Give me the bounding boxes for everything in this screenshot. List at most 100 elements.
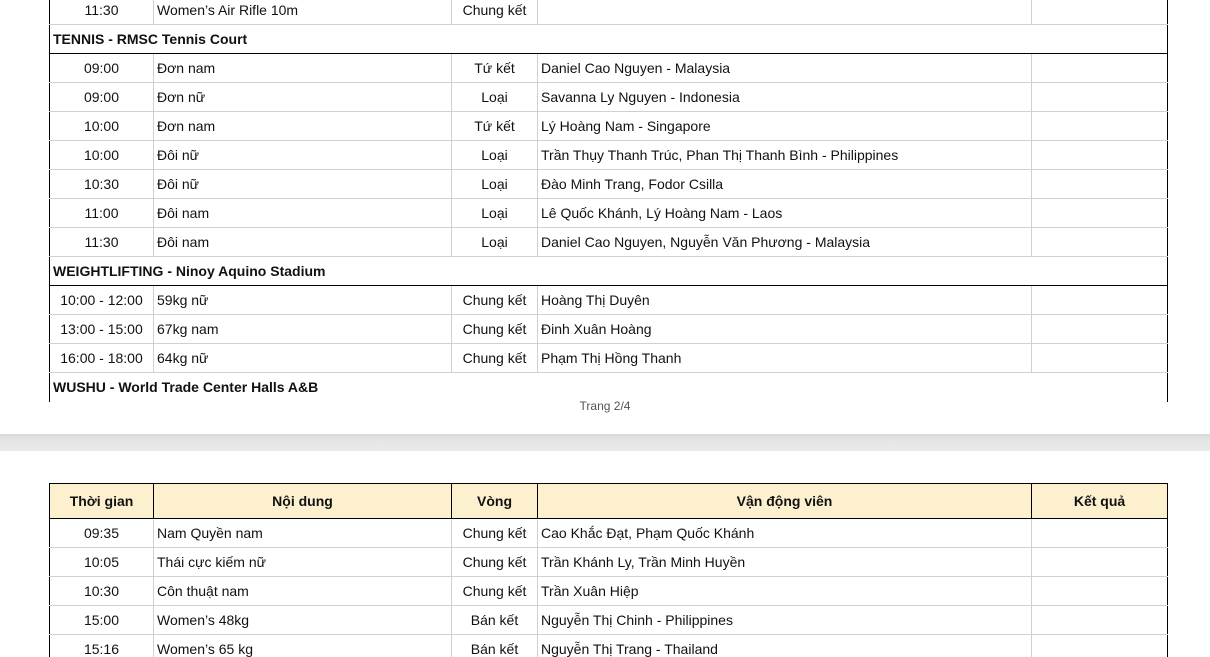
schedule-table-page-2: 11:30 Women’s Air Rifle 10m Chung kết TENNI… bbox=[49, 0, 1168, 402]
schedule-table-body: 11:30 Women’s Air Rifle 10m Chung kết TENNI… bbox=[49, 0, 1168, 402]
cell-round: Chung kết bbox=[451, 0, 538, 25]
cell-result bbox=[1031, 0, 1168, 25]
cell-event: Đơn nam bbox=[153, 53, 452, 83]
cell-athlete: Cao Khắc Đạt, Phạm Quốc Khánh bbox=[537, 518, 1032, 548]
section-title: WUSHU - World Trade Center Halls A&B bbox=[49, 372, 1168, 402]
cell-athlete: Nguyễn Thị Trang - Thailand bbox=[537, 634, 1032, 657]
cell-time: 11:00 bbox=[49, 198, 154, 228]
cell-event: Đôi nam bbox=[153, 198, 452, 228]
cell-round: Bán kết bbox=[451, 634, 538, 657]
cell-event: Đôi nữ bbox=[153, 169, 452, 199]
section-header-row: WUSHU - World Trade Center Halls A&B bbox=[49, 372, 1168, 402]
cell-event: 59kg nữ bbox=[153, 285, 452, 315]
cell-athlete: Phạm Thị Hồng Thanh bbox=[537, 343, 1032, 373]
table-row: 10:30 Đôi nữ Loại Đào Minh Trang, Fodor Csi… bbox=[49, 169, 1168, 199]
cell-result bbox=[1031, 314, 1168, 344]
cell-result bbox=[1031, 285, 1168, 315]
cell-round: Bán kết bbox=[451, 605, 538, 635]
cell-event: Women’s Air Rifle 10m bbox=[153, 0, 452, 25]
table-row: 09:00 Đơn nam Tứ kết Daniel Cao Nguyen - Ma… bbox=[49, 53, 1168, 83]
cell-time: 10:05 bbox=[49, 547, 154, 577]
table-row: 11:00 Đôi nam Loại Lê Quốc Khánh, Lý Hoàng … bbox=[49, 198, 1168, 228]
cell-result bbox=[1031, 53, 1168, 83]
cell-round: Tứ kết bbox=[451, 111, 538, 141]
header-round: Vòng bbox=[451, 483, 538, 519]
cell-time: 09:00 bbox=[49, 53, 154, 83]
header-time: Thời gian bbox=[49, 483, 154, 519]
cell-time: 10:30 bbox=[49, 576, 154, 606]
schedule-table-page-3: Thời gian Nội dung Vòng Vận động viên Kế… bbox=[49, 483, 1168, 657]
cell-result bbox=[1031, 198, 1168, 228]
cell-event: Đôi nam bbox=[153, 227, 452, 257]
cell-athlete: Lê Quốc Khánh, Lý Hoàng Nam - Laos bbox=[537, 198, 1032, 228]
table-row: 10:00 Đôi nữ Loại Trần Thụy Thanh Trúc, Pha… bbox=[49, 140, 1168, 170]
cell-event: Đôi nữ bbox=[153, 140, 452, 170]
cell-event: Thái cực kiếm nữ bbox=[153, 547, 452, 577]
cell-athlete: Daniel Cao Nguyen, Nguyễn Văn Phương - M… bbox=[537, 227, 1032, 257]
table-row: 10:05 Thái cực kiếm nữ Chung kết Trần Khánh… bbox=[49, 547, 1168, 577]
cell-result bbox=[1031, 576, 1168, 606]
cell-event: 64kg nữ bbox=[153, 343, 452, 373]
table-row: 16:00 - 18:00 64kg nữ Chung kết Phạm Thị Hồ… bbox=[49, 343, 1168, 373]
cell-event: Côn thuật nam bbox=[153, 576, 452, 606]
table-row: 09:35 Nam Quyền nam Chung kết Cao Khắc Đạt,… bbox=[49, 518, 1168, 548]
cell-round: Loại bbox=[451, 198, 538, 228]
cell-time: 09:35 bbox=[49, 518, 154, 548]
cell-round: Chung kết bbox=[451, 518, 538, 548]
table-row: 10:30 Côn thuật nam Chung kết Trần Xuân Hiệ… bbox=[49, 576, 1168, 606]
cell-athlete: Savanna Ly Nguyen - Indonesia bbox=[537, 82, 1032, 112]
cell-result bbox=[1031, 111, 1168, 141]
cell-athlete: Nguyễn Thị Chinh - Philippines bbox=[537, 605, 1032, 635]
cell-athlete: Đào Minh Trang, Fodor Csilla bbox=[537, 169, 1032, 199]
cell-result bbox=[1031, 343, 1168, 373]
table-row: 10:00 - 12:00 59kg nữ Chung kết Hoàng Thị D… bbox=[49, 285, 1168, 315]
cell-round: Loại bbox=[451, 140, 538, 170]
section-title: WEIGHTLIFTING - Ninoy Aquino Stadium bbox=[49, 256, 1168, 286]
table-row: 11:30 Đôi nam Loại Daniel Cao Nguyen, Nguyễ… bbox=[49, 227, 1168, 257]
table-row: 15:00 Women’s 48kg Bán kết Nguyễn Thị Chinh… bbox=[49, 605, 1168, 635]
table-row: 09:00 Đơn nữ Loại Savanna Ly Nguyen - Indon… bbox=[49, 82, 1168, 112]
cell-round: Chung kết bbox=[451, 576, 538, 606]
cell-round: Chung kết bbox=[451, 314, 538, 344]
section-header-row: TENNIS - RMSC Tennis Court bbox=[49, 24, 1168, 54]
header-result: Kết quả bbox=[1031, 483, 1168, 519]
cell-event: Đơn nữ bbox=[153, 82, 452, 112]
cell-event: Đơn nam bbox=[153, 111, 452, 141]
cell-round: Loại bbox=[451, 169, 538, 199]
cell-result bbox=[1031, 518, 1168, 548]
cell-time: 15:16 bbox=[49, 634, 154, 657]
cell-time: 15:00 bbox=[49, 605, 154, 635]
cell-athlete: Daniel Cao Nguyen - Malaysia bbox=[537, 53, 1032, 83]
table-row: 15:16 Women’s 65 kg Bán kết Nguyễn Thị Tran… bbox=[49, 634, 1168, 657]
cell-athlete: Hoàng Thị Duyên bbox=[537, 285, 1032, 315]
cell-round: Chung kết bbox=[451, 343, 538, 373]
document-page-3: Thời gian Nội dung Vòng Vận động viên Kế… bbox=[0, 451, 1210, 657]
cell-time: 10:00 bbox=[49, 111, 154, 141]
cell-athlete: Lý Hoàng Nam - Singapore bbox=[537, 111, 1032, 141]
cell-result bbox=[1031, 169, 1168, 199]
cell-time: 16:00 - 18:00 bbox=[49, 343, 154, 373]
page-separator bbox=[0, 434, 1210, 451]
cell-time: 09:00 bbox=[49, 82, 154, 112]
table-row: 10:00 Đơn nam Tứ kết Lý Hoàng Nam - Singapo… bbox=[49, 111, 1168, 141]
cell-time: 13:00 - 15:00 bbox=[49, 314, 154, 344]
cell-time: 10:00 - 12:00 bbox=[49, 285, 154, 315]
cell-athlete: Đinh Xuân Hoàng bbox=[537, 314, 1032, 344]
table-row: 13:00 - 15:00 67kg nam Chung kết Đinh Xuân … bbox=[49, 314, 1168, 344]
document-page-2: 11:30 Women’s Air Rifle 10m Chung kết TENNI… bbox=[0, 0, 1210, 434]
cell-athlete: Trần Xuân Hiệp bbox=[537, 576, 1032, 606]
cell-round: Loại bbox=[451, 227, 538, 257]
cell-result bbox=[1031, 227, 1168, 257]
cell-result bbox=[1031, 605, 1168, 635]
table-row: 11:30 Women’s Air Rifle 10m Chung kết bbox=[49, 0, 1168, 25]
cell-time: 11:30 bbox=[49, 0, 154, 25]
cell-result bbox=[1031, 634, 1168, 657]
section-header-row: WEIGHTLIFTING - Ninoy Aquino Stadium bbox=[49, 256, 1168, 286]
cell-result bbox=[1031, 547, 1168, 577]
cell-event: Nam Quyền nam bbox=[153, 518, 452, 548]
schedule-table-body: 09:35 Nam Quyền nam Chung kết Cao Khắc Đạt,… bbox=[49, 518, 1168, 657]
cell-event: 67kg nam bbox=[153, 314, 452, 344]
cell-round: Tứ kết bbox=[451, 53, 538, 83]
cell-time: 10:30 bbox=[49, 169, 154, 199]
cell-time: 11:30 bbox=[49, 227, 154, 257]
